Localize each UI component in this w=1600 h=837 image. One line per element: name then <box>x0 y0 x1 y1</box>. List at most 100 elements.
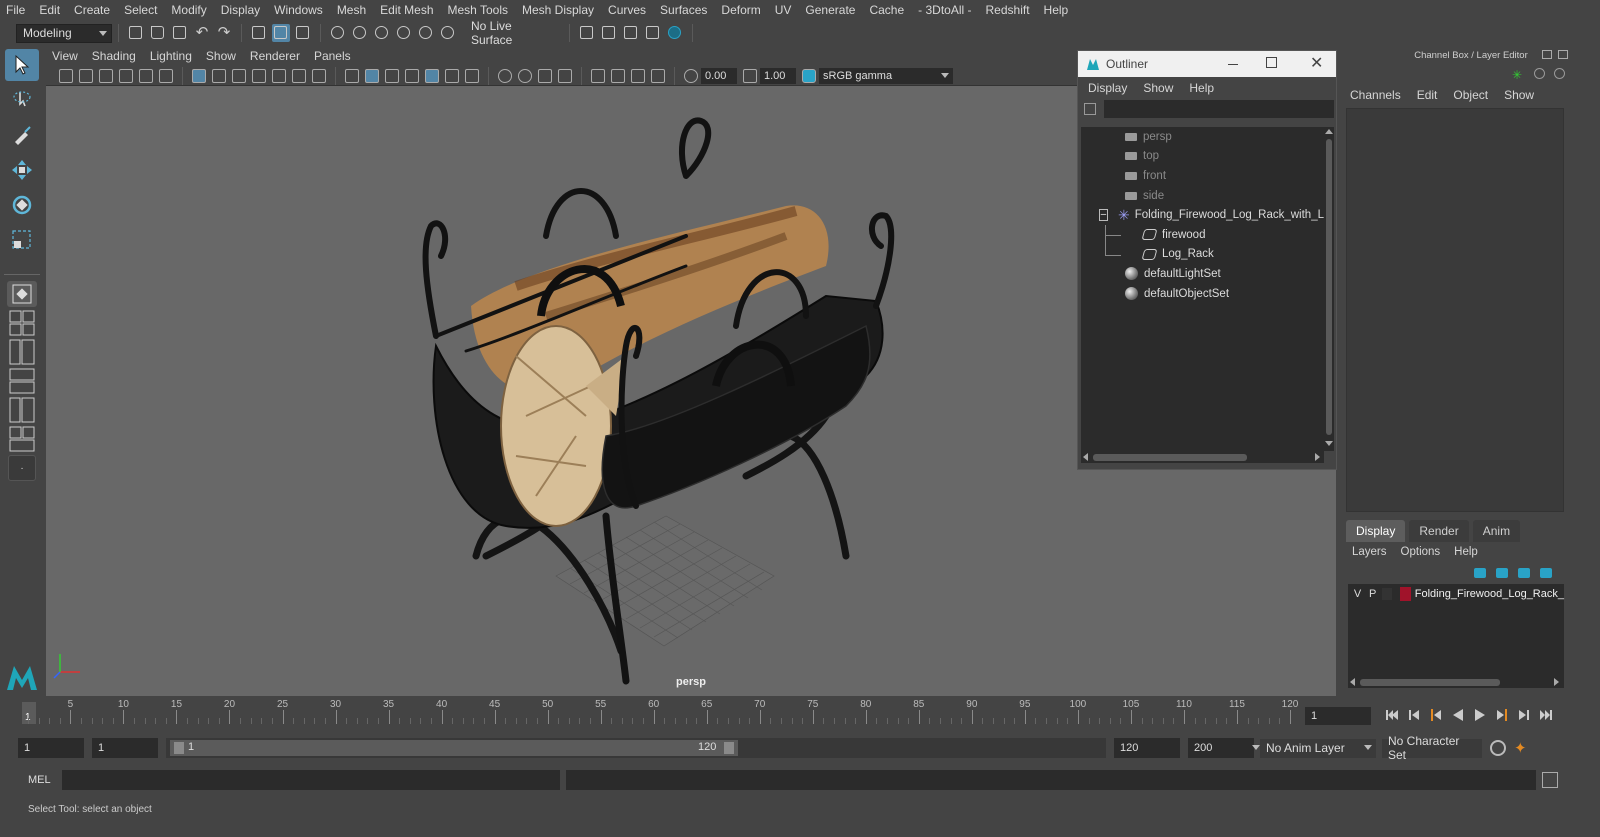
snap-point-icon[interactable] <box>373 24 391 42</box>
le-menu-layers[interactable]: Layers <box>1352 546 1387 558</box>
current-frame-indicator[interactable]: 1 <box>22 702 36 724</box>
scroll-right-icon[interactable] <box>1554 678 1559 686</box>
channel-axis-icon[interactable]: ✳ <box>1512 68 1522 82</box>
close-panel-icon[interactable] <box>1558 50 1568 59</box>
layer-type-toggle[interactable] <box>1382 588 1392 600</box>
outliner-menu-help[interactable]: Help <box>1189 81 1214 95</box>
scroll-left-icon[interactable] <box>1350 678 1355 686</box>
collapse-icon[interactable]: − <box>1099 209 1109 222</box>
character-set-dropdown[interactable]: No Character Set <box>1382 734 1482 762</box>
color-management-icon[interactable] <box>802 68 816 83</box>
menu-help[interactable]: Help <box>1044 3 1069 17</box>
outliner-hscroll-thumb[interactable] <box>1093 454 1247 461</box>
color-space-dropdown[interactable]: sRGB gamma <box>819 67 953 84</box>
close-button[interactable]: ✕ <box>1310 53 1323 73</box>
vp-menu-panels[interactable]: Panels <box>314 49 351 63</box>
camera-attributes-icon[interactable] <box>79 68 93 83</box>
rotate-tool[interactable] <box>5 189 39 221</box>
motion-blur-icon[interactable] <box>518 68 532 83</box>
cb-menu-edit[interactable]: Edit <box>1417 88 1438 102</box>
layer-hscroll-thumb[interactable] <box>1360 679 1500 686</box>
move-layer-down-icon[interactable] <box>1496 568 1508 578</box>
menu-mesh[interactable]: Mesh <box>337 3 366 17</box>
layer-row[interactable]: V P Folding_Firewood_Log_Rack_ <box>1348 584 1564 604</box>
menu-surfaces[interactable]: Surfaces <box>660 3 707 17</box>
channel-sync-icon[interactable] <box>1534 68 1545 79</box>
step-back-icon[interactable] <box>1407 708 1421 722</box>
outliner-item-top[interactable]: top <box>1081 147 1324 167</box>
select-component-icon[interactable] <box>294 24 312 42</box>
field-chart-icon[interactable] <box>272 68 286 83</box>
new-layer-from-selection-icon[interactable] <box>1540 568 1552 578</box>
anti-aliasing-icon[interactable] <box>538 68 552 83</box>
grease-pencil-icon[interactable] <box>159 68 173 83</box>
new-scene-icon[interactable] <box>127 24 145 42</box>
wireframe-on-shaded-icon[interactable] <box>405 68 419 83</box>
snap-curve-icon[interactable] <box>351 24 369 42</box>
playback-start-field[interactable]: 1 <box>92 738 158 758</box>
layer-visibility-toggle[interactable]: V <box>1352 588 1363 600</box>
scroll-down-icon[interactable] <box>1325 441 1333 446</box>
step-back-key-icon[interactable] <box>1429 708 1443 722</box>
cb-menu-channels[interactable]: Channels <box>1350 88 1401 102</box>
xray-joints-icon[interactable] <box>651 68 665 83</box>
move-layer-up-icon[interactable] <box>1474 568 1486 578</box>
minimize-button[interactable] <box>1228 57 1240 69</box>
select-tool[interactable] <box>5 49 39 81</box>
use-default-material-icon[interactable] <box>385 68 399 83</box>
outliner-search-input[interactable] <box>1104 100 1334 118</box>
outliner-item-group[interactable]: − ✳ Folding_Firewood_Log_Rack_with_L <box>1081 205 1324 225</box>
save-scene-icon[interactable] <box>171 24 189 42</box>
outliner-item-firewood[interactable]: firewood <box>1081 224 1324 245</box>
current-frame-input[interactable]: 1 <box>1305 707 1371 725</box>
outliner-menu-display[interactable]: Display <box>1088 81 1127 95</box>
outliner-item-side[interactable]: side <box>1081 186 1324 206</box>
ipr-render-icon[interactable] <box>622 24 640 42</box>
textured-icon[interactable] <box>425 68 439 83</box>
bookmark-icon[interactable] <box>99 68 113 83</box>
float-panel-icon[interactable] <box>1542 50 1552 59</box>
menu-modify[interactable]: Modify <box>171 3 206 17</box>
layout-options-button[interactable]: · <box>8 455 36 481</box>
hypershade-layout-button[interactable] <box>5 397 39 423</box>
select-camera-icon[interactable] <box>59 68 73 83</box>
animation-end-field[interactable]: 200 <box>1188 738 1254 758</box>
new-layer-icon[interactable] <box>1518 568 1530 578</box>
scale-tool[interactable] <box>5 224 39 256</box>
screen-space-ao-icon[interactable] <box>498 68 512 83</box>
menu-generate[interactable]: Generate <box>805 3 855 17</box>
outliner-item-default-light-set[interactable]: defaultLightSet <box>1081 264 1324 284</box>
le-menu-help[interactable]: Help <box>1454 546 1478 558</box>
resolution-gate-icon[interactable] <box>232 68 246 83</box>
xray-icon[interactable] <box>611 68 625 83</box>
live-surface-field[interactable]: No Live Surface <box>465 19 561 47</box>
menu-curves[interactable]: Curves <box>608 3 646 17</box>
gamma-icon[interactable] <box>743 68 757 83</box>
lasso-tool[interactable] <box>5 84 39 116</box>
step-forward-icon[interactable] <box>1517 708 1531 722</box>
time-slider[interactable]: 1 5 10 15 20 25 30 35 40 45 50 55 60 65 70 75 80 85 90 95 1… <box>18 698 1300 728</box>
two-d-pan-icon[interactable] <box>139 68 153 83</box>
cb-menu-object[interactable]: Object <box>1453 88 1488 102</box>
select-object-icon[interactable] <box>272 24 290 42</box>
script-editor-icon[interactable] <box>1542 772 1558 788</box>
grid-icon[interactable] <box>192 68 206 83</box>
menu-deform[interactable]: Deform <box>721 3 760 17</box>
menu-3dtoall[interactable]: - 3DtoAll - <box>918 3 971 17</box>
menu-redshift[interactable]: Redshift <box>986 3 1030 17</box>
four-view-layout-button[interactable] <box>5 310 39 336</box>
safe-title-icon[interactable] <box>312 68 326 83</box>
workspace-dropdown[interactable]: Modeling <box>16 23 112 43</box>
menu-uv[interactable]: UV <box>775 3 792 17</box>
depth-of-field-icon[interactable] <box>558 68 572 83</box>
tab-display[interactable]: Display <box>1346 520 1406 542</box>
menu-mesh-display[interactable]: Mesh Display <box>522 3 594 17</box>
image-plane-icon[interactable] <box>119 68 133 83</box>
vp-menu-show[interactable]: Show <box>206 49 236 63</box>
play-forwards-icon[interactable] <box>1473 708 1487 722</box>
range-end-handle[interactable] <box>724 742 734 754</box>
le-menu-options[interactable]: Options <box>1401 546 1441 558</box>
vp-menu-shading[interactable]: Shading <box>92 49 136 63</box>
exposure-icon[interactable] <box>684 68 698 83</box>
shadows-icon[interactable] <box>465 68 479 83</box>
